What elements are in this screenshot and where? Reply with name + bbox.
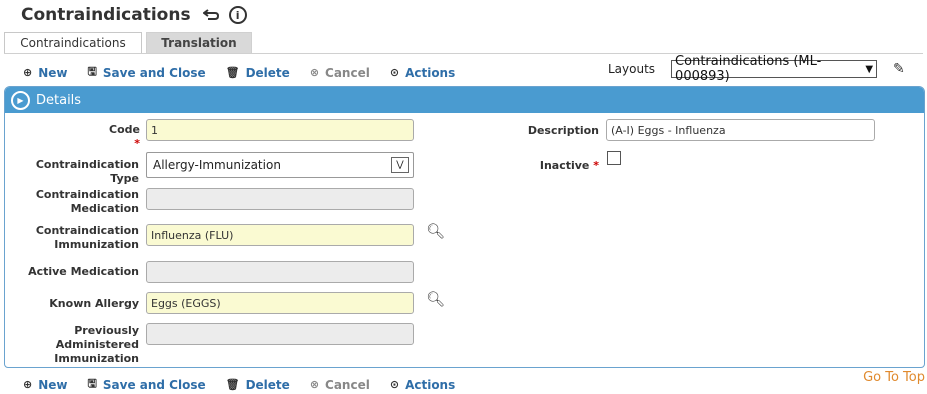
actions-button[interactable]: ⊙ Actions bbox=[390, 378, 455, 392]
search-icon[interactable]: 🔍︎ bbox=[426, 290, 445, 308]
allergy-value: Eggs (EGGS) bbox=[151, 296, 221, 310]
contraindication-immunization-input[interactable]: Influenza (FLU) bbox=[146, 224, 414, 246]
details-title: Details bbox=[36, 92, 82, 108]
contraindication-immunization-label: Contraindication Immunization bbox=[35, 224, 139, 251]
top-toolbar: ⊕ New 🖫 Save and Close 🗑 Delete ⊗ Cancel ⊙ Ac… bbox=[23, 63, 475, 82]
trash-icon: 🗑 bbox=[225, 378, 240, 391]
cancel-icon: ⊗ bbox=[309, 378, 320, 391]
contraindication-medication-label: Contraindication Medication bbox=[35, 188, 139, 215]
code-input[interactable]: 1 bbox=[146, 119, 414, 141]
trash-icon: 🗑 bbox=[225, 66, 240, 79]
save-icon: 🖫 bbox=[87, 377, 97, 390]
expand-icon[interactable]: ▶ bbox=[11, 90, 30, 110]
save-close-label: Save and Close bbox=[102, 65, 206, 80]
save-close-label: Save and Close bbox=[102, 377, 206, 392]
layouts-value: Contraindications (ML-000893) bbox=[675, 54, 822, 84]
plus-circle-icon: ⊕ bbox=[23, 378, 33, 391]
bottom-toolbar: ⊕ New 🖫 Save and Close 🗑 Delete ⊗ Cancel ⊙ Ac… bbox=[23, 375, 475, 394]
tab-label: Contraindications bbox=[20, 36, 126, 50]
delete-button[interactable]: 🗑 Delete bbox=[226, 66, 290, 80]
known-allergy-label: Known Allergy bbox=[49, 297, 139, 310]
tab-contraindications[interactable]: Contraindications bbox=[4, 32, 142, 53]
layouts-select[interactable]: Contraindications (ML-000893) ▼ bbox=[671, 54, 878, 84]
inactive-checkbox[interactable] bbox=[607, 151, 621, 165]
save-and-close-button[interactable]: 🖫 Save and Close bbox=[88, 63, 206, 82]
new-button[interactable]: ⊕ New bbox=[23, 378, 68, 392]
save-icon: 🖫 bbox=[87, 65, 97, 78]
page-title: Contraindications bbox=[21, 5, 191, 25]
known-allergy-input[interactable]: Eggs (EGGS) bbox=[146, 292, 414, 314]
active-medication-input[interactable] bbox=[146, 261, 414, 283]
previously-administered-immunization-input[interactable] bbox=[146, 323, 414, 345]
go-to-top-link[interactable]: Go To Top bbox=[863, 370, 925, 385]
chevron-down-icon: ▼ bbox=[865, 63, 874, 75]
inactive-label: Inactive * bbox=[539, 159, 599, 172]
contraindication-medication-input[interactable] bbox=[146, 188, 414, 210]
imm-value: Influenza (FLU) bbox=[151, 228, 234, 242]
code-label: Code * bbox=[109, 123, 140, 150]
cancel-icon: ⊗ bbox=[309, 66, 320, 79]
layouts-label: Layouts bbox=[608, 62, 656, 76]
new-label: New bbox=[38, 377, 68, 392]
description-label: Description bbox=[527, 124, 599, 137]
page-title-bar: Contraindications i bbox=[21, 5, 247, 25]
contraindication-type-select[interactable]: Allergy-Immunization ⋁ bbox=[146, 152, 414, 178]
delete-button[interactable]: 🗑 Delete bbox=[226, 378, 290, 392]
cancel-button[interactable]: ⊗ Cancel bbox=[310, 66, 370, 80]
plus-circle-icon: ⊕ bbox=[23, 66, 33, 79]
new-label: New bbox=[38, 65, 68, 80]
cancel-button[interactable]: ⊗ Cancel bbox=[310, 378, 370, 392]
actions-button[interactable]: ⊙ Actions bbox=[390, 66, 455, 80]
cancel-label: Cancel bbox=[325, 377, 370, 392]
active-medication-label: Active Medication bbox=[28, 265, 139, 278]
tab-bar: Contraindications Translation bbox=[4, 32, 252, 54]
type-value: Allergy-Immunization bbox=[153, 158, 281, 172]
play-circle-icon: ⊙ bbox=[389, 378, 400, 391]
description-value: (A-I) Eggs - Influenza bbox=[611, 123, 726, 137]
tab-label: Translation bbox=[161, 36, 237, 50]
pin-icon[interactable]: ✎ bbox=[893, 61, 905, 77]
search-icon[interactable]: 🔍︎ bbox=[426, 222, 445, 240]
delete-label: Delete bbox=[245, 377, 290, 392]
chevron-down-icon: ⋁ bbox=[391, 157, 409, 173]
back-arrow-icon[interactable] bbox=[202, 9, 219, 21]
code-value: 1 bbox=[151, 123, 158, 137]
cancel-label: Cancel bbox=[325, 65, 370, 80]
contraindication-type-label: Contraindication Type bbox=[35, 158, 139, 185]
actions-label: Actions bbox=[405, 377, 456, 392]
actions-label: Actions bbox=[405, 65, 456, 80]
layouts-control: Layouts Contraindications (ML-000893) ▼ ✎ bbox=[608, 54, 905, 84]
delete-label: Delete bbox=[245, 65, 290, 80]
play-circle-icon: ⊙ bbox=[389, 66, 400, 79]
previously-administered-immunization-label: Previously Administered Immunization bbox=[54, 324, 139, 365]
tab-translation[interactable]: Translation bbox=[146, 32, 252, 54]
info-icon[interactable]: i bbox=[228, 6, 247, 24]
save-and-close-button[interactable]: 🖫 Save and Close bbox=[88, 375, 206, 394]
details-header[interactable]: ▶ Details bbox=[5, 87, 924, 113]
new-button[interactable]: ⊕ New bbox=[23, 66, 68, 80]
description-input[interactable]: (A-I) Eggs - Influenza bbox=[606, 119, 875, 141]
